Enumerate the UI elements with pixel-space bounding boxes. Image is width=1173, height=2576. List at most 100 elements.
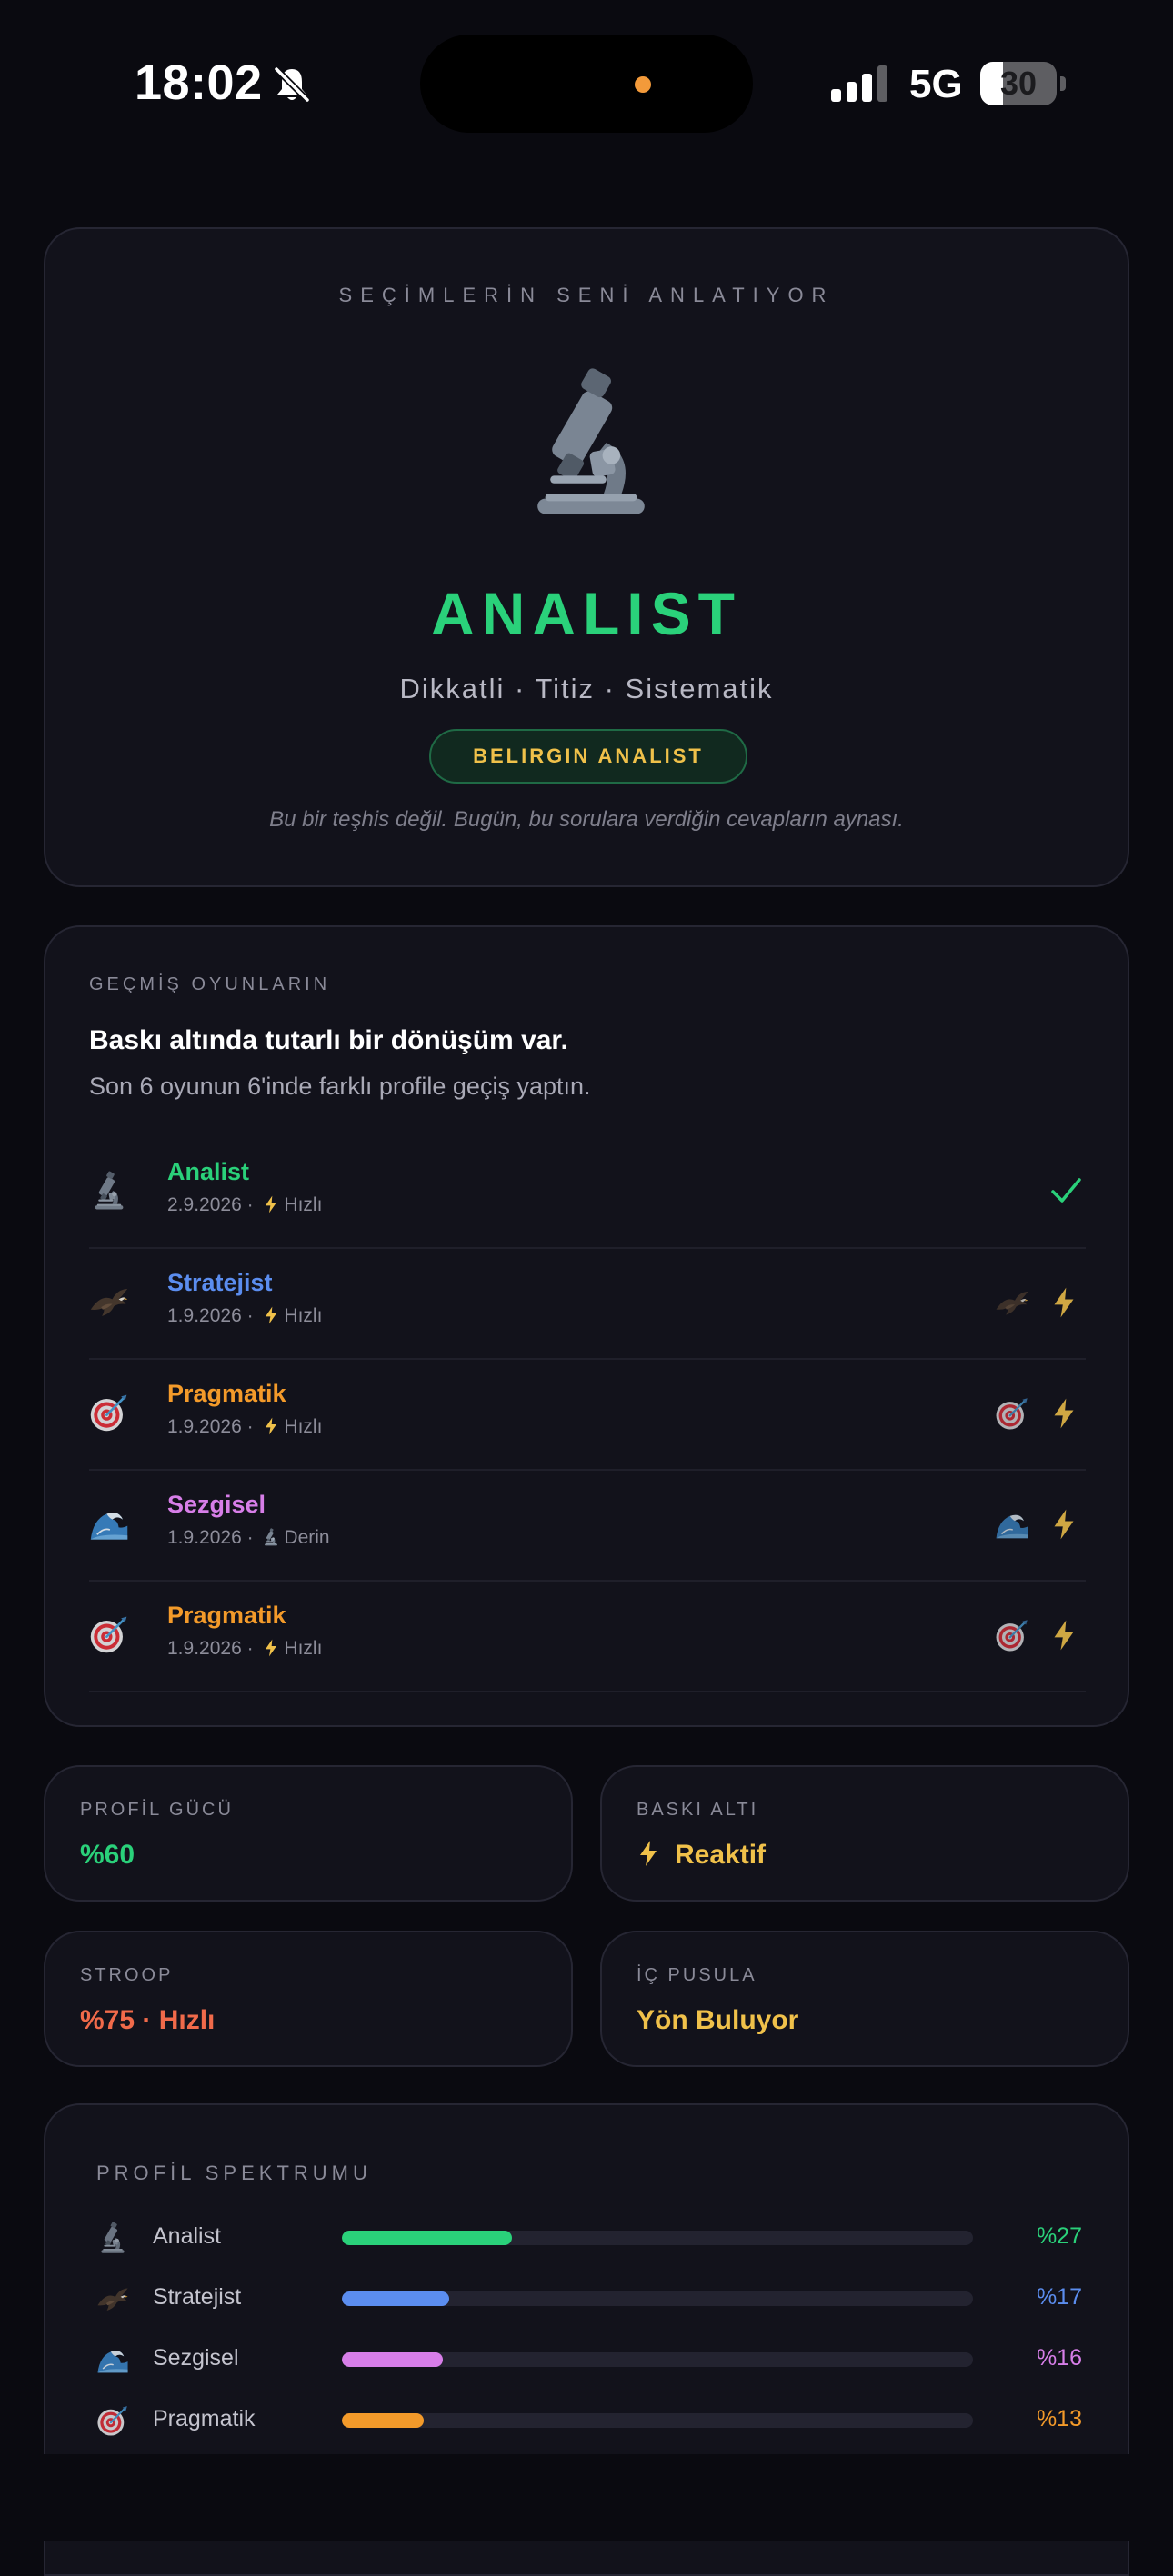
spectrum-row: Pragmatik %13 <box>96 2402 1082 2439</box>
microscope-icon <box>527 365 655 520</box>
history-headline: Baskı altında tutarlı bir dönüşüm var. <box>89 1025 568 1055</box>
target-icon <box>89 1614 129 1654</box>
spectrum-bar-track <box>342 2231 973 2245</box>
history-row[interactable]: Pragmatik 1.9.2026 · Hızlı <box>89 1360 1086 1471</box>
history-row[interactable]: Stratejist 1.9.2026 · Hızlı <box>89 1249 1086 1360</box>
spectrum-row: Analist %27 <box>96 2220 1082 2256</box>
history-row-mode: Derin <box>284 1527 330 1548</box>
stat-value: %75 · Hızlı <box>80 2005 216 2035</box>
spectrum-bar-track <box>342 2413 973 2428</box>
past-games-card: GEÇMİŞ OYUNLARIN Baskı altında tutarlı b… <box>44 925 1129 1727</box>
history-row-meta: 2.9.2026 · Hızlı <box>167 1194 323 1215</box>
history-row-profile: Analist <box>167 1158 250 1185</box>
eagle-icon <box>96 2282 129 2315</box>
target-icon <box>89 1393 129 1433</box>
bolt-icon <box>1051 1618 1077 1652</box>
spectrum-bar-track <box>342 2352 973 2367</box>
bolt-icon <box>637 1840 660 1867</box>
bottom-fade <box>0 2454 1173 2541</box>
spectrum-profile-name: Analist <box>153 2223 222 2249</box>
stat-value: Reaktif <box>675 1840 767 1870</box>
history-row-profile: Pragmatik <box>167 1602 286 1629</box>
history-row-profile: Sezgisel <box>167 1491 266 1518</box>
profile-result-card: SEÇİMLERİN SENİ ANLATIYOR ANALIST Dikkat… <box>44 227 1129 887</box>
spectrum-kicker: PROFİL SPEKTRUMU <box>96 2162 372 2184</box>
bolt-icon <box>262 1417 280 1435</box>
stat-label: İÇ PUSULA <box>637 1965 757 1985</box>
eagle-icon <box>995 1285 1029 1320</box>
stat-label: STROOP <box>80 1965 174 1985</box>
microscope-icon <box>96 2222 129 2254</box>
history-row[interactable]: Pragmatik 1.9.2026 · Hızlı <box>89 1582 1086 1692</box>
target-icon <box>96 2404 129 2437</box>
stat-label: BASKI ALTI <box>637 1800 759 1820</box>
spectrum-row: Sezgisel %16 <box>96 2341 1082 2378</box>
privacy-indicator-dot <box>635 76 651 93</box>
bolt-icon <box>262 1306 280 1324</box>
bolt-icon <box>1051 1396 1077 1431</box>
spectrum-row: Stratejist %17 <box>96 2281 1082 2317</box>
cellular-signal-icon <box>831 65 887 102</box>
history-row-meta: 1.9.2026 · Hızlı <box>167 1638 323 1659</box>
check-icon <box>1051 1178 1081 1203</box>
stat-card-profile-strength: PROFİL GÜCÜ %60 <box>44 1765 573 1902</box>
eagle-icon <box>89 1282 129 1322</box>
status-time: 18:02 <box>135 55 263 110</box>
history-row-mode: Hızlı <box>284 1416 323 1437</box>
spectrum-percentage: %17 <box>1036 2284 1082 2310</box>
spectrum-bar-track <box>342 2291 973 2306</box>
history-row-mode: Hızlı <box>284 1194 323 1215</box>
hero-kicker: SEÇİMLERİN SENİ ANLATIYOR <box>338 284 835 306</box>
spectrum-bar-fill <box>342 2231 513 2245</box>
disclaimer-text: Bu bir teşhis değil. Bugün, bu sorulara … <box>269 807 904 832</box>
network-type: 5G <box>909 62 963 106</box>
bolt-icon <box>1051 1507 1077 1542</box>
target-icon <box>995 1618 1029 1652</box>
spectrum-percentage: %27 <box>1036 2223 1082 2249</box>
stat-value-wrapper: Reaktif <box>637 1840 766 1871</box>
wave-icon <box>89 1503 129 1543</box>
spectrum-bar-fill <box>342 2413 425 2428</box>
history-row-date: 1.9.2026 <box>167 1305 242 1326</box>
history-list: Analist 2.9.2026 · Hızlı Stratejist 1.9.202… <box>89 1138 1086 1692</box>
profile-traits: Dikkatli · Titiz · Sistematik <box>399 673 774 704</box>
stat-value: %60 <box>80 1840 135 1870</box>
history-row-date: 1.9.2026 <box>167 1638 242 1659</box>
stat-label: PROFİL GÜCÜ <box>80 1800 234 1820</box>
history-row-profile: Pragmatik <box>167 1380 286 1407</box>
history-kicker: GEÇMİŞ OYUNLARIN <box>89 974 331 994</box>
history-row-date: 2.9.2026 <box>167 1194 242 1215</box>
profile-strength-badge: BELIRGIN ANALIST <box>429 729 747 784</box>
history-row[interactable]: Sezgisel 1.9.2026 · Derin <box>89 1471 1086 1582</box>
history-row-meta: 1.9.2026 · Hızlı <box>167 1416 323 1437</box>
target-icon <box>995 1396 1029 1431</box>
battery-icon: 30 <box>980 62 1066 105</box>
history-row-date: 1.9.2026 <box>167 1527 242 1548</box>
stat-value: Yön Buluyor <box>637 2005 799 2035</box>
stat-card-stroop: STROOP %75 · Hızlı <box>44 1931 573 2067</box>
bolt-icon <box>1051 1285 1077 1320</box>
history-subtext: Son 6 oyunun 6'inde farklı profile geçiş… <box>89 1073 591 1100</box>
spectrum-bar-fill <box>342 2352 444 2367</box>
spectrum-profile-name: Sezgisel <box>153 2345 239 2371</box>
microscope-icon <box>89 1171 129 1211</box>
history-row-meta: 1.9.2026 · Derin <box>167 1527 330 1548</box>
profile-title: ANALIST <box>431 580 742 647</box>
spectrum-bar-fill <box>342 2291 449 2306</box>
history-row[interactable]: Analist 2.9.2026 · Hızlı <box>89 1138 1086 1249</box>
battery-level: 30 <box>999 65 1038 102</box>
spectrum-percentage: %16 <box>1036 2345 1082 2371</box>
stat-card-inner-compass: İÇ PUSULA Yön Buluyor <box>600 1931 1129 2067</box>
spectrum-profile-name: Stratejist <box>153 2284 242 2310</box>
wave-icon <box>995 1507 1029 1542</box>
history-row-mode: Hızlı <box>284 1305 323 1326</box>
history-row-date: 1.9.2026 <box>167 1416 242 1437</box>
bolt-icon <box>262 1639 280 1657</box>
history-row-mode: Hızlı <box>284 1638 323 1659</box>
spectrum-profile-name: Pragmatik <box>153 2406 256 2431</box>
history-row-profile: Stratejist <box>167 1269 273 1296</box>
history-row-meta: 1.9.2026 · Hızlı <box>167 1305 323 1326</box>
stat-card-under-pressure: BASKI ALTI Reaktif <box>600 1765 1129 1902</box>
wave-icon <box>96 2343 129 2376</box>
bolt-icon <box>262 1195 280 1213</box>
